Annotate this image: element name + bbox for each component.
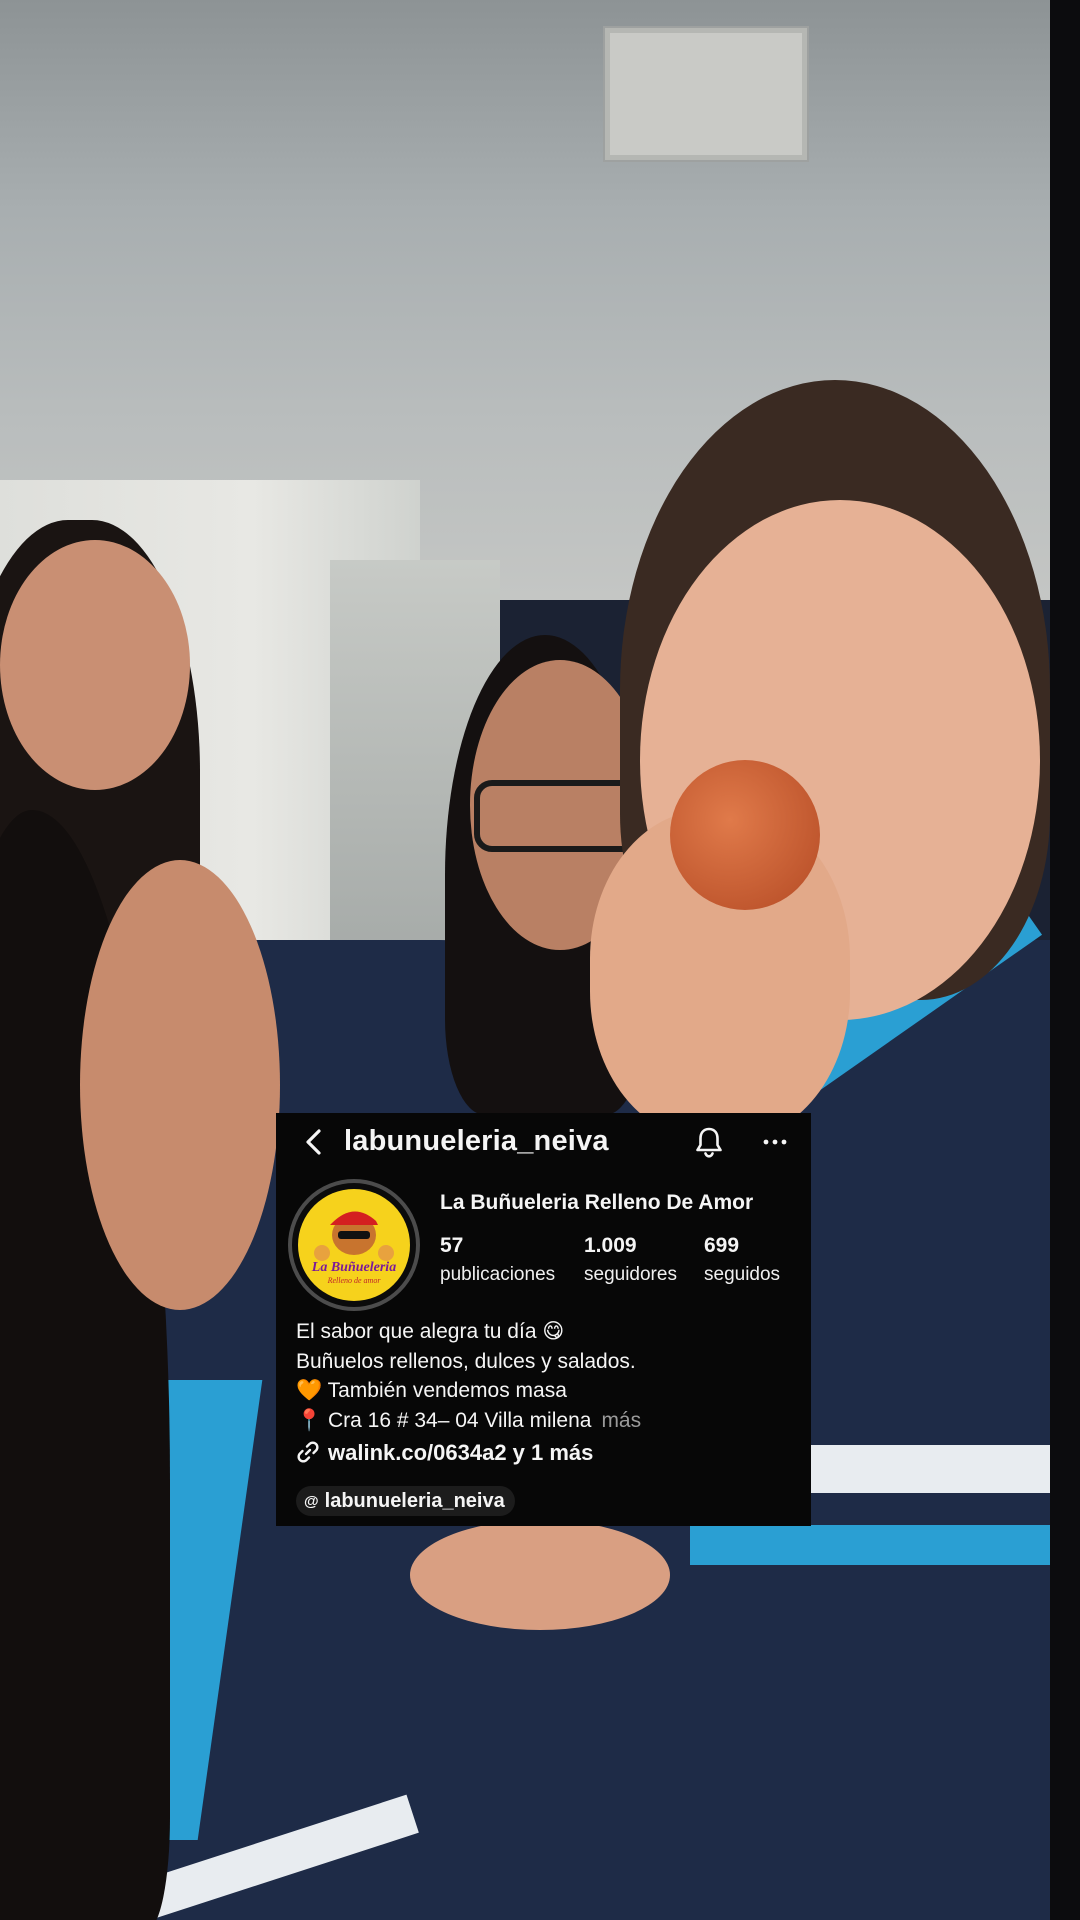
uniform-stripe	[690, 1525, 1050, 1565]
stat-followers[interactable]: 1.009 seguidores	[584, 1234, 677, 1286]
bunuelo-food	[670, 760, 820, 910]
threads-badge[interactable]: @ labunueleria_neiva	[296, 1486, 515, 1516]
avatar-logo-text: La Buñueleria	[311, 1260, 396, 1275]
stat-label: seguidos	[704, 1264, 781, 1285]
background-photo	[0, 0, 1050, 1920]
stat-value: 1.009	[584, 1234, 637, 1257]
ceiling-light-panel	[605, 28, 807, 160]
link-text: walink.co/0634a2 y 1 más	[328, 1440, 594, 1465]
stat-following[interactable]: 699 seguidos	[704, 1234, 780, 1286]
bio-line: 🧡 También vendemos masa	[296, 1379, 567, 1402]
stat-label: publicaciones	[440, 1264, 556, 1285]
more-horizontal-icon[interactable]	[760, 1126, 790, 1156]
person-hand	[410, 1520, 670, 1630]
bell-icon[interactable]	[694, 1126, 724, 1158]
person-face	[80, 860, 280, 1310]
threads-handle: labunueleria_neiva	[324, 1490, 505, 1512]
stat-label: seguidores	[584, 1264, 677, 1285]
profile-card[interactable]: labunueleria_neiva La Buñueleria Relleno…	[276, 1113, 811, 1526]
display-name: La Buñueleria Relleno De Amor	[440, 1191, 754, 1214]
bio-line: 📍 Cra 16 # 34– 04 Villa milena	[296, 1408, 592, 1432]
bio-more-link[interactable]: más	[601, 1409, 641, 1432]
bio-line: Buñuelos rellenos, dulces y salados.	[296, 1349, 636, 1373]
profile-handle: labunueleria_neiva	[344, 1125, 609, 1157]
stat-value: 699	[704, 1234, 740, 1257]
link-icon	[296, 1440, 320, 1464]
right-edge-bar	[1050, 0, 1080, 1920]
avatar[interactable]: La Buñueleria Relleno de amor	[288, 1179, 420, 1311]
person-face	[0, 540, 190, 790]
bio-line: El sabor que alegra tu día 😋	[296, 1320, 565, 1343]
uniform-white-stripe	[810, 1445, 1050, 1493]
profile-header: labunueleria_neiva	[276, 1113, 811, 1173]
chevron-left-icon[interactable]	[300, 1127, 330, 1157]
threads-icon: @	[304, 1493, 319, 1510]
avatar-logo-subtext: Relleno de amor	[327, 1276, 382, 1285]
bio: El sabor que alegra tu día 😋 Buñuelos re…	[296, 1317, 641, 1435]
stat-value: 57	[440, 1234, 464, 1257]
stat-posts[interactable]: 57 publicaciones	[440, 1234, 555, 1286]
bio-line-wrap: 📍 Cra 16 # 34– 04 Villa milena más	[296, 1406, 641, 1436]
profile-link[interactable]: walink.co/0634a2 y 1 más	[296, 1440, 593, 1466]
